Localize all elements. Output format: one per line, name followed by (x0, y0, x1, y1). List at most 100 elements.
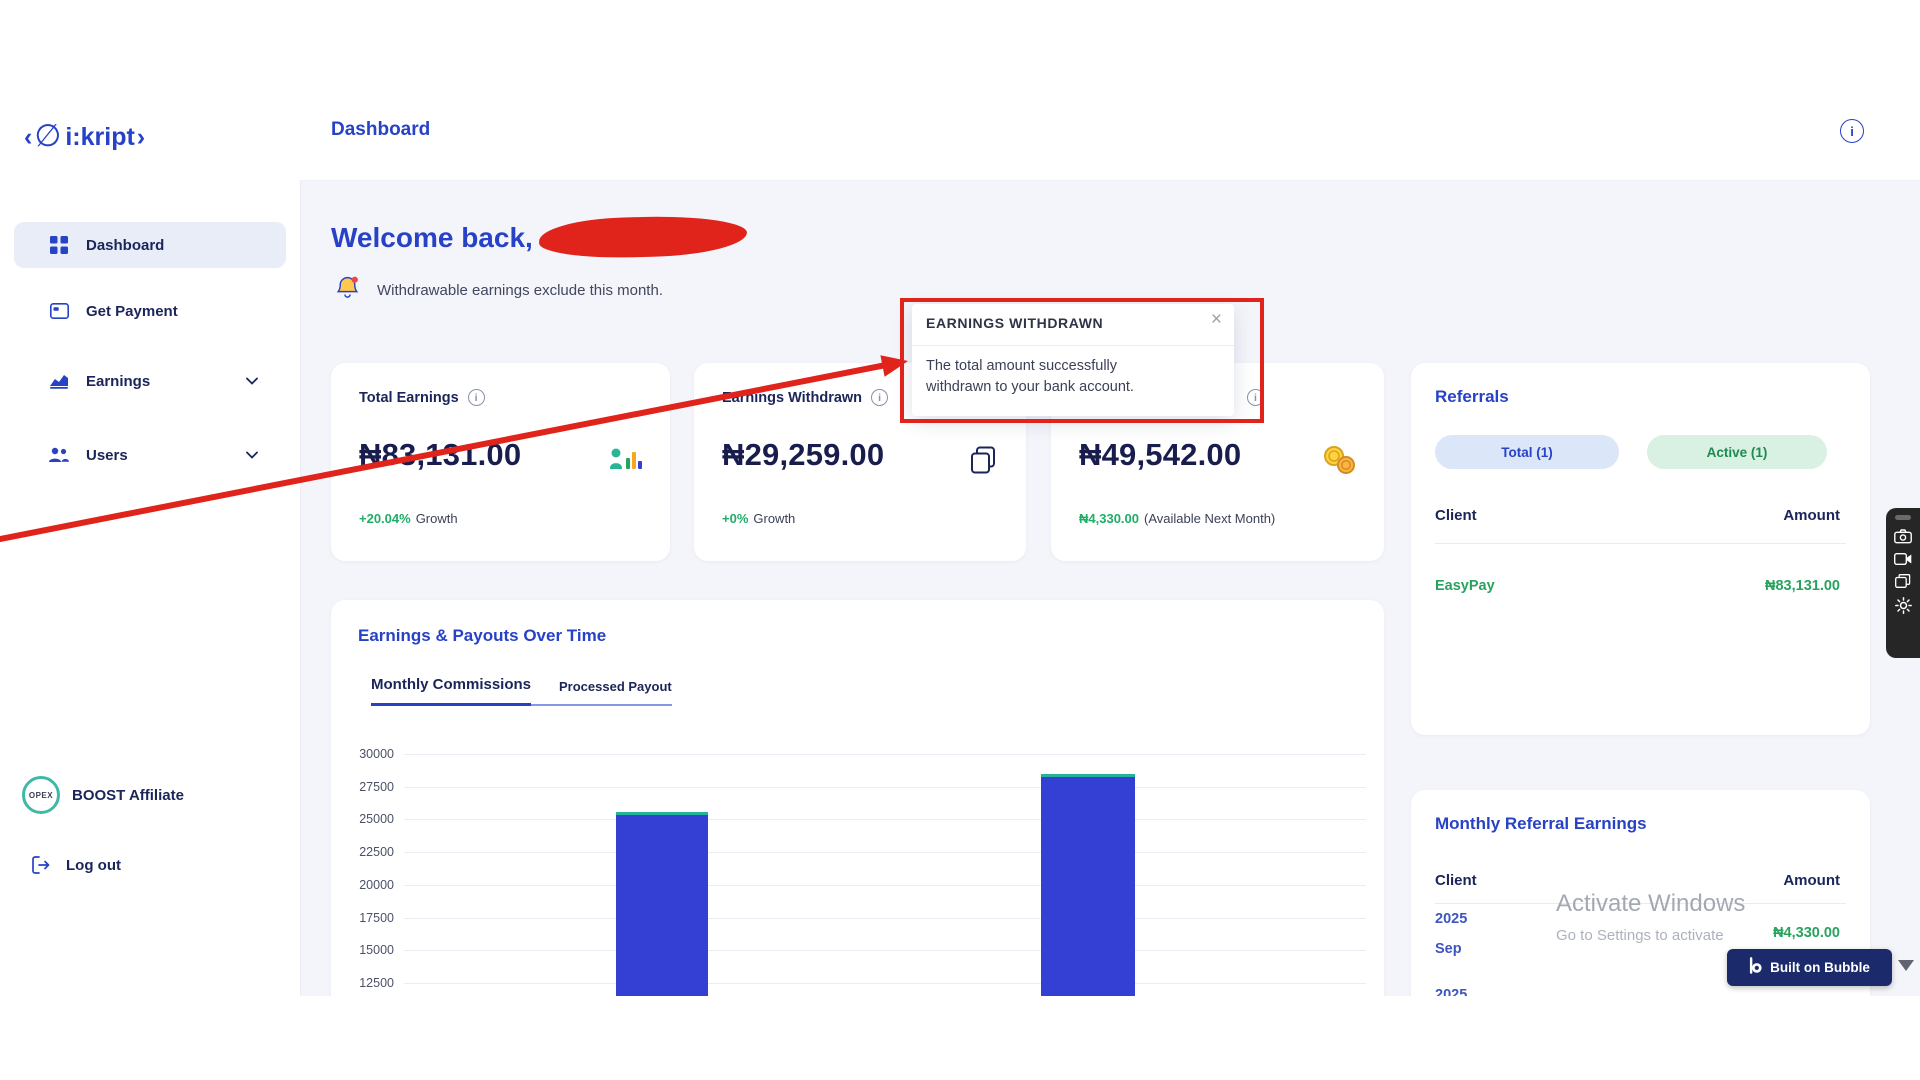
y-tick-label: 15000 (359, 942, 394, 958)
built-on-bubble-badge[interactable]: Built on Bubble (1727, 949, 1892, 986)
tooltip-body: The total amount successfully withdrawn … (926, 356, 1151, 398)
column-client: Client (1435, 872, 1477, 889)
tab-processed-payout[interactable]: Processed Payout (559, 679, 672, 704)
gridline (404, 852, 1366, 853)
brand-logo: ‹∅i:kript› (24, 120, 145, 154)
chart-title: Earnings & Payouts Over Time (358, 626, 606, 646)
withdrawable-notice: Withdrawable earnings exclude this month… (377, 282, 663, 299)
stat-growth: +20.04% Growth (359, 511, 458, 526)
monthly-client-year: 2025 (1435, 911, 1467, 927)
sidebar: ‹∅i:kript› Dashboard Get Payment Earning… (0, 84, 301, 996)
referrals-columns: Client Amount (1435, 507, 1840, 524)
y-tick-label: 25000 (359, 811, 394, 827)
referrals-active-pill[interactable]: Active (1) (1647, 435, 1827, 469)
chart-bar (1041, 774, 1135, 996)
gridline (404, 754, 1366, 755)
chevron-down-icon[interactable] (246, 451, 258, 459)
bubble-badge-label: Built on Bubble (1770, 960, 1870, 975)
y-tick-label: 12500 (359, 975, 394, 991)
y-tick-label: 22500 (359, 844, 394, 860)
y-tick-label: 17500 (359, 910, 394, 926)
monthly-columns: Client Amount (1435, 872, 1840, 889)
monthly-client-month: Sep (1435, 941, 1462, 957)
stat-growth: +0% Growth (722, 511, 795, 526)
y-tick-label: 30000 (359, 746, 394, 762)
logo-open-bracket: ‹ (24, 123, 32, 152)
browser-top-strip (0, 0, 1920, 85)
gridline (404, 918, 1366, 919)
monthly-client-year: 2025 (1435, 987, 1467, 996)
total-earnings-card: Total Earnings i ₦83,131.00 +20.04% Growt… (331, 363, 670, 561)
monthly-amount: ₦4,330.00 (1773, 925, 1840, 941)
growth-label: Growth (753, 511, 795, 526)
sidebar-item-get-payment[interactable]: Get Payment (14, 288, 286, 334)
referrals-card: Referrals Total (1) Active (1) Client Am… (1411, 363, 1870, 735)
logo-mark-icon: ∅ (34, 120, 61, 151)
column-amount: Amount (1783, 507, 1840, 524)
info-icon[interactable]: i (1840, 119, 1864, 143)
windows-icon[interactable] (1895, 574, 1911, 588)
sidebar-item-dashboard[interactable]: Dashboard (14, 222, 286, 268)
drag-handle-icon[interactable] (1895, 515, 1911, 520)
welcome-heading: Welcome back, (331, 222, 533, 254)
growth-value: +20.04% (359, 511, 411, 526)
video-camera-icon[interactable] (1894, 553, 1912, 565)
divider (1435, 543, 1846, 544)
earnings-withdrawn-tooltip: EARNINGS WITHDRAWN × The total amount su… (912, 304, 1234, 416)
bell-icon (334, 274, 361, 306)
referral-row: EasyPay ₦83,131.00 (1435, 578, 1840, 594)
tooltip-title: EARNINGS WITHDRAWN (926, 315, 1103, 331)
tooltip-divider (912, 345, 1234, 346)
stat-growth: ₦4,330.00 (Available Next Month) (1079, 511, 1275, 526)
monthly-referrals-title: Monthly Referral Earnings (1435, 814, 1647, 834)
referrals-total-pill[interactable]: Total (1) (1435, 435, 1619, 469)
app-window: ‹∅i:kript› Dashboard Get Payment Earning… (0, 84, 1920, 996)
stat-title: Total Earnings (359, 390, 459, 406)
gridline (404, 787, 1366, 788)
sidebar-item-label: Dashboard (86, 237, 164, 254)
growth-label: (Available Next Month) (1144, 511, 1275, 526)
gridline (404, 950, 1366, 951)
logout-button[interactable]: Log out (30, 856, 121, 874)
chart-tabs: Monthly Commissions Processed Payout (371, 676, 672, 706)
gridline (404, 819, 1366, 820)
sidebar-item-users[interactable]: Users (14, 432, 286, 478)
info-icon[interactable]: i (871, 389, 888, 406)
gridline (404, 983, 1366, 984)
partner-label: BOOST Affiliate (72, 787, 184, 804)
column-client: Client (1435, 507, 1477, 524)
stat-value: ₦49,542.00 (1079, 437, 1241, 473)
close-icon[interactable]: × (1211, 309, 1222, 331)
logout-icon (30, 856, 52, 874)
sidebar-item-earnings[interactable]: Earnings (14, 358, 286, 404)
users-icon (48, 447, 70, 463)
dashboard-icon (48, 236, 70, 254)
activate-windows-subtext: Go to Settings to activate (1556, 927, 1724, 944)
info-icon[interactable]: i (1247, 389, 1264, 406)
column-amount: Amount (1783, 872, 1840, 889)
sidebar-item-label: Get Payment (86, 303, 178, 320)
page-title: Dashboard (331, 119, 430, 141)
referral-client: EasyPay (1435, 578, 1495, 594)
chevron-down-icon[interactable] (246, 377, 258, 385)
camera-icon[interactable] (1894, 529, 1912, 544)
logout-label: Log out (66, 857, 121, 874)
sidebar-item-label: Users (86, 447, 128, 464)
y-tick-label: 27500 (359, 779, 394, 795)
scroll-down-arrow-icon[interactable] (1898, 960, 1914, 971)
coins-icon (1322, 445, 1356, 480)
referrals-title: Referrals (1435, 387, 1509, 407)
growth-label: Growth (416, 511, 458, 526)
activate-windows-watermark: Activate Windows (1556, 890, 1745, 918)
name-redaction-scribble (539, 214, 748, 259)
sidebar-item-label: Earnings (86, 373, 150, 390)
boost-affiliate-link[interactable]: OPEX BOOST Affiliate (22, 776, 184, 814)
stat-value: ₦83,131.00 (359, 437, 521, 473)
tab-monthly-commissions[interactable]: Monthly Commissions (371, 676, 531, 706)
growth-value: ₦4,330.00 (1079, 511, 1139, 526)
gear-icon[interactable] (1895, 597, 1912, 614)
screen-recorder-toolbar (1886, 508, 1920, 658)
chart-plot (404, 750, 1366, 996)
info-icon[interactable]: i (468, 389, 485, 406)
growth-value: +0% (722, 511, 748, 526)
